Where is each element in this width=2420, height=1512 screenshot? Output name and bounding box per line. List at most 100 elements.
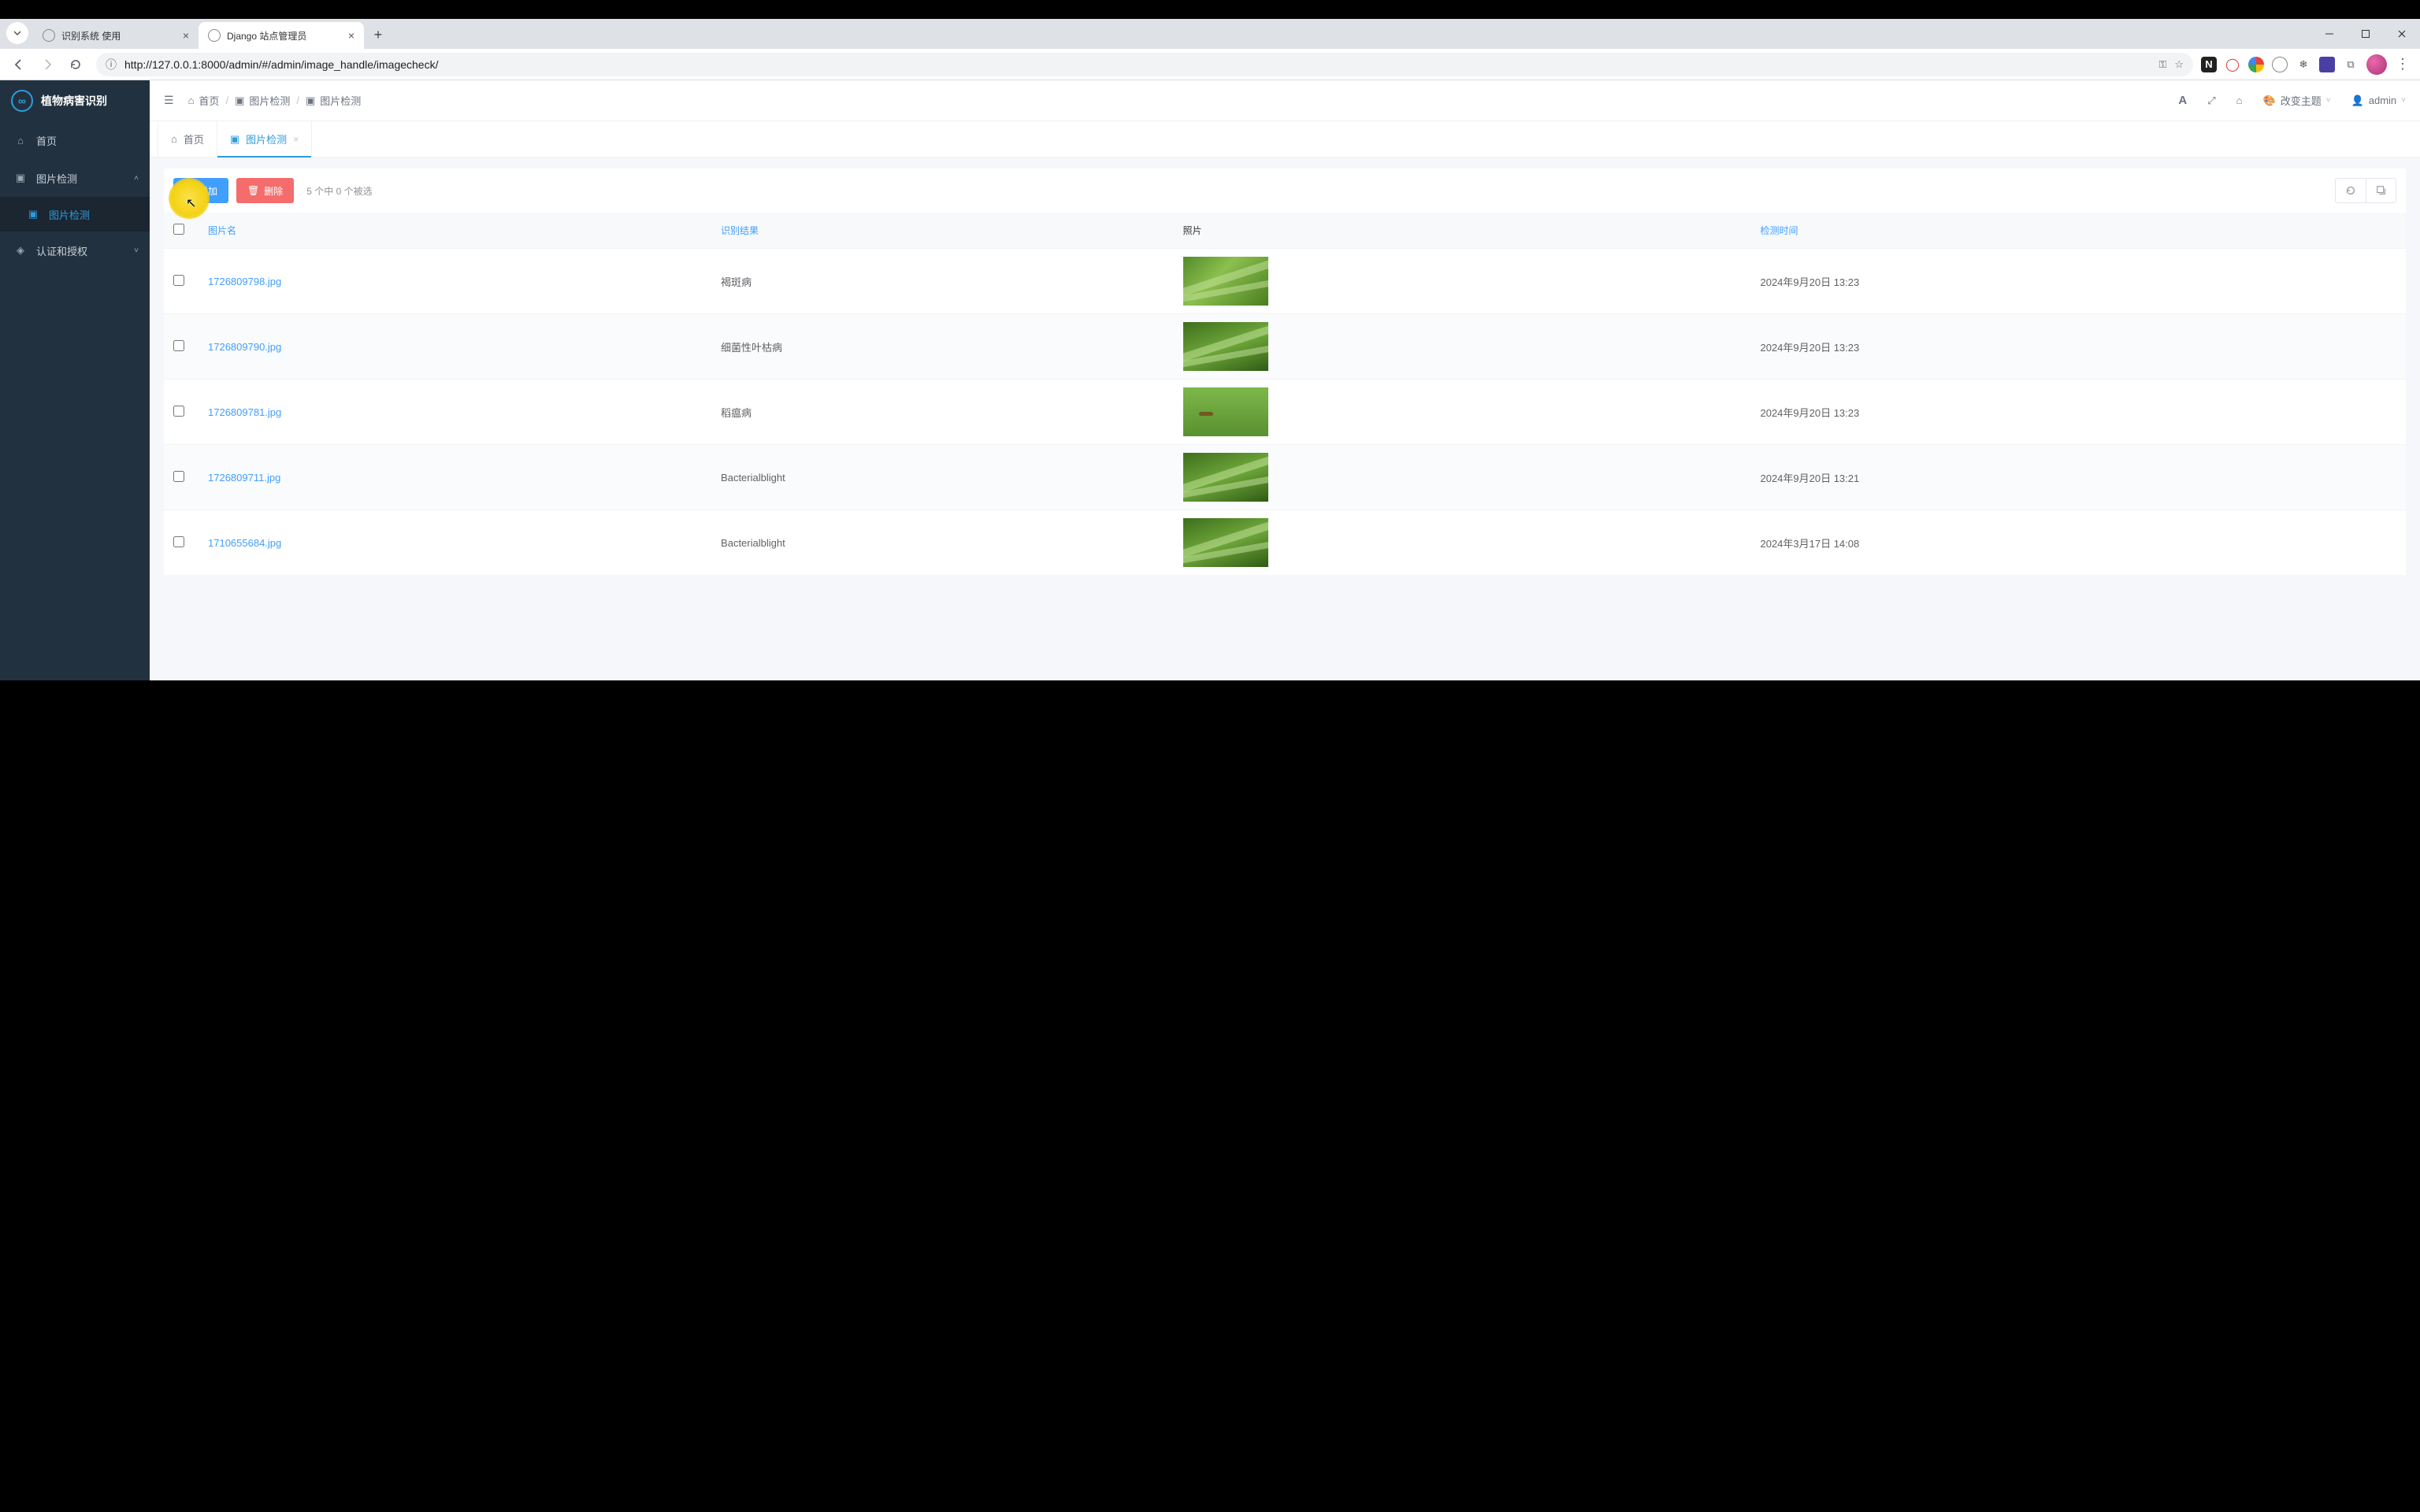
result-cell: 稻瘟病 bbox=[711, 380, 1174, 445]
main: ☰ ⌂首页 / ▣图片检测 / ▣图片检测 A ⤢ ⌂ 🎨 改变主题 ˅ bbox=[150, 80, 2420, 680]
file-name-link[interactable]: 1726809781.jpg bbox=[208, 406, 281, 418]
thumbnail-image[interactable] bbox=[1183, 518, 1268, 567]
brand: ∞ 植物病害识别 bbox=[0, 80, 150, 121]
fullscreen-button[interactable]: ⤢ bbox=[2207, 94, 2215, 107]
col-header-name[interactable]: 图片名 bbox=[199, 213, 711, 249]
row-checkbox[interactable] bbox=[173, 471, 184, 482]
window-close-button[interactable] bbox=[2384, 19, 2420, 49]
tab-close-button[interactable]: × bbox=[181, 29, 191, 42]
page-tabs: ⌂ 首页 ▣ 图片检测 × bbox=[150, 121, 2420, 158]
file-name-link[interactable]: 1726809790.jpg bbox=[208, 341, 281, 353]
browser-tabbar: 识别系统 使用 × Django 站点管理员 × + bbox=[0, 19, 2420, 49]
add-button[interactable]: ＋ 增加 bbox=[173, 178, 228, 203]
toolbar-right bbox=[2335, 178, 2396, 203]
extension-icon-1[interactable]: N bbox=[2201, 57, 2217, 72]
extension-icon-6[interactable] bbox=[2319, 57, 2335, 72]
breadcrumb-group[interactable]: ▣图片检测 bbox=[235, 93, 290, 108]
thumbnail-image[interactable] bbox=[1183, 257, 1268, 306]
page-tab-detect[interactable]: ▣ 图片检测 × bbox=[217, 121, 312, 157]
bookmark-star-icon[interactable]: ☆ bbox=[2174, 58, 2184, 71]
font-size-button[interactable]: A bbox=[2178, 94, 2187, 107]
thumbnail-image[interactable] bbox=[1183, 322, 1268, 371]
extensions-menu-icon[interactable]: ⧉ bbox=[2343, 57, 2359, 72]
breadcrumb-home[interactable]: ⌂ 首页 bbox=[188, 93, 220, 108]
site-info-icon[interactable]: ⓘ bbox=[106, 57, 117, 72]
col-header-time[interactable]: 检测时间 bbox=[1750, 213, 2406, 249]
add-button-label: 增加 bbox=[199, 184, 217, 198]
user-menu[interactable]: 👤 admin ˅ bbox=[2351, 94, 2406, 107]
col-header-label: 照片 bbox=[1183, 225, 1202, 236]
file-name-link[interactable]: 1726809798.jpg bbox=[208, 276, 281, 287]
camera-icon: ▣ bbox=[27, 208, 39, 220]
breadcrumb-label: 首页 bbox=[199, 93, 219, 108]
sidebar-item-home[interactable]: ⌂ 首页 bbox=[0, 121, 150, 159]
breadcrumb-page[interactable]: ▣图片检测 bbox=[306, 93, 361, 108]
home-icon: ⌂ bbox=[171, 133, 177, 145]
theme-switcher[interactable]: 🎨 改变主题 ˅ bbox=[2263, 93, 2331, 108]
row-checkbox[interactable] bbox=[173, 275, 184, 286]
user-icon: 👤 bbox=[2351, 94, 2364, 107]
sidebar-subitem-image-detect[interactable]: ▣ 图片检测 bbox=[0, 197, 150, 232]
sidebar-item-auth[interactable]: ◈ 认证和授权 ˅ bbox=[0, 232, 150, 269]
extension-icons: N ◯ ❄ ⧉ ⋮ bbox=[2201, 54, 2414, 75]
sidebar: ∞ 植物病害识别 ⌂ 首页 ▣ 图片检测 ˄ ▣ 图片检测 ◈ 认证和授权 ˅ bbox=[0, 80, 150, 680]
row-checkbox[interactable] bbox=[173, 406, 184, 417]
result-cell: 褐斑病 bbox=[711, 249, 1174, 314]
new-tab-button[interactable]: + bbox=[367, 24, 389, 46]
chevron-down-icon: ˅ bbox=[134, 246, 139, 255]
col-header-label: 检测时间 bbox=[1760, 225, 1798, 236]
home-button[interactable]: ⌂ bbox=[2236, 94, 2243, 106]
select-all-checkbox[interactable] bbox=[173, 224, 184, 235]
sidebar-item-image-detect[interactable]: ▣ 图片检测 ˄ bbox=[0, 159, 150, 197]
table-row: 1726809790.jpg细菌性叶枯病2024年9月20日 13:23 bbox=[164, 314, 2406, 380]
trash-icon: 🗑 bbox=[247, 185, 259, 196]
refresh-button[interactable] bbox=[2336, 179, 2366, 202]
nav-forward-button[interactable] bbox=[35, 52, 60, 77]
camera-icon: ▣ bbox=[306, 94, 315, 107]
table-row: 1726809798.jpg褐斑病2024年9月20日 13:23 bbox=[164, 249, 2406, 314]
plus-icon: ＋ bbox=[184, 184, 194, 198]
row-checkbox[interactable] bbox=[173, 340, 184, 351]
result-cell: Bacterialblight bbox=[711, 445, 1174, 510]
sidebar-toggle-button[interactable]: ☰ bbox=[164, 94, 174, 107]
page-tab-home[interactable]: ⌂ 首页 bbox=[158, 121, 217, 157]
password-key-icon[interactable]: ⚿ bbox=[2158, 58, 2166, 71]
tab-close-icon[interactable]: × bbox=[293, 134, 299, 145]
nav-reload-button[interactable] bbox=[63, 52, 88, 77]
home-icon: ⌂ bbox=[14, 135, 27, 146]
extension-icon-4[interactable] bbox=[2272, 57, 2288, 72]
thumbnail-image[interactable] bbox=[1183, 453, 1268, 502]
file-name-link[interactable]: 1726809711.jpg bbox=[208, 472, 280, 484]
home-icon: ⌂ bbox=[188, 94, 195, 106]
browser-tab-title: 识别系统 使用 bbox=[61, 29, 175, 43]
browser-tab-0[interactable]: 识别系统 使用 × bbox=[33, 22, 199, 49]
extension-icon-5[interactable]: ❄ bbox=[2296, 57, 2311, 72]
file-name-link[interactable]: 1710655684.jpg bbox=[208, 537, 281, 549]
browser-menu-button[interactable]: ⋮ bbox=[2395, 57, 2411, 72]
url-input[interactable] bbox=[124, 58, 2151, 71]
col-header-result[interactable]: 识别结果 bbox=[711, 213, 1174, 249]
palette-icon: 🎨 bbox=[2263, 94, 2276, 107]
col-header-photo: 照片 bbox=[1174, 213, 1751, 249]
profile-avatar[interactable] bbox=[2366, 54, 2387, 75]
export-button[interactable] bbox=[2366, 179, 2396, 202]
window-maximize-button[interactable] bbox=[2348, 19, 2384, 49]
chevron-down-icon: ˅ bbox=[2326, 96, 2331, 105]
tab-search-button[interactable] bbox=[6, 22, 28, 44]
time-cell: 2024年9月20日 13:21 bbox=[1750, 445, 2406, 510]
selection-info: 5 个中 0 个被选 bbox=[306, 184, 372, 198]
topbar-actions: A ⤢ ⌂ 🎨 改变主题 ˅ 👤 admin ˅ bbox=[2178, 93, 2406, 108]
address-bar[interactable]: ⓘ ⚿ ☆ bbox=[96, 53, 2193, 76]
window-minimize-button[interactable] bbox=[2311, 19, 2348, 49]
row-checkbox[interactable] bbox=[173, 536, 184, 547]
extension-icon-3[interactable] bbox=[2248, 57, 2264, 72]
thumbnail-image[interactable] bbox=[1183, 387, 1268, 436]
tab-close-button[interactable]: × bbox=[347, 29, 356, 42]
delete-button[interactable]: 🗑 删除 bbox=[236, 178, 294, 203]
nav-back-button[interactable] bbox=[6, 52, 32, 77]
browser-tab-1[interactable]: Django 站点管理员 × bbox=[199, 22, 364, 49]
extension-icon-2[interactable]: ◯ bbox=[2225, 57, 2240, 72]
result-cell: Bacterialblight bbox=[711, 510, 1174, 576]
letterbox-bottom bbox=[0, 680, 2420, 699]
time-cell: 2024年9月20日 13:23 bbox=[1750, 380, 2406, 445]
